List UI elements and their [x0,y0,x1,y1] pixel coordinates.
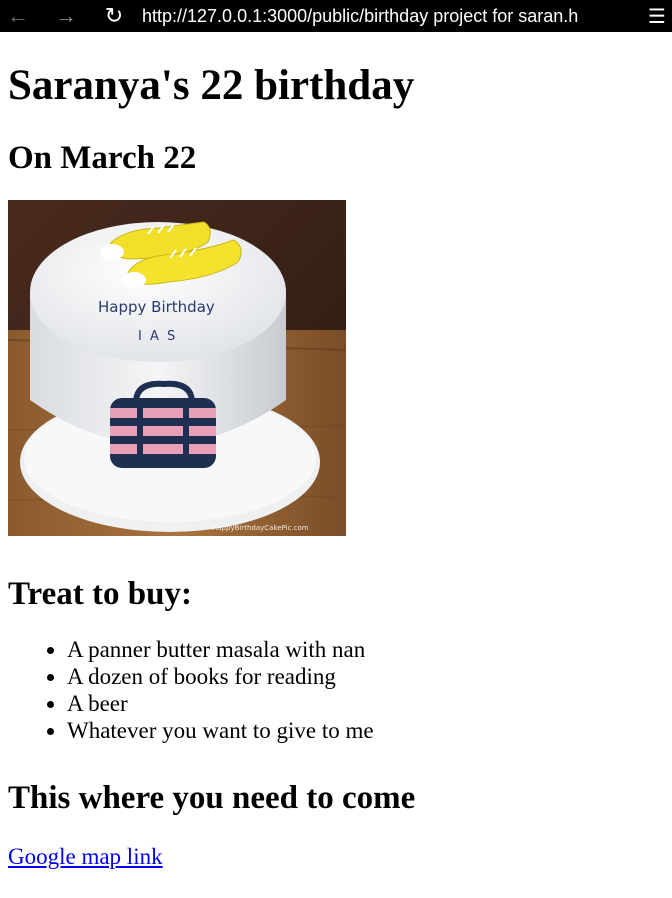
page-title: Saranya's 22 birthday [8,62,415,109]
list-item: A panner butter masala with nan [67,636,664,663]
list-item: A dozen of books for reading [67,663,664,690]
menu-icon[interactable]: ☰ [642,0,672,32]
cake-text-line1: Happy Birthday [98,298,215,316]
cake-watermark: HappyBirthdayCakePic.com [212,524,309,532]
reload-icon[interactable]: ↻ [96,0,132,32]
location-heading: This where you need to come [8,780,416,816]
cake-image: Happy Birthday I A S HappyBirthdayCakePi… [8,200,348,536]
list-item: A beer [67,690,664,717]
cake-text-line2: I A S [138,329,177,344]
treat-heading: Treat to buy: [8,576,192,612]
address-bar[interactable]: http://127.0.0.1:3000/public/birthday pr… [142,6,642,27]
treat-list: A panner butter masala with nan A dozen … [8,636,664,744]
cake-picture: Happy Birthday I A S HappyBirthdayCakePi… [8,200,346,536]
birthday-date-heading: On March 22 [8,140,197,176]
back-arrow-icon[interactable]: ← [0,0,36,32]
list-item: Whatever you want to give to me [67,717,664,744]
browser-toolbar: ← → ↻ http://127.0.0.1:3000/public/birth… [0,0,672,32]
page-content: Saranya's 22 birthday On March 22 Happy … [8,32,664,870]
forward-arrow-icon[interactable]: → [48,0,84,32]
google-map-link[interactable]: Google map link [8,844,163,870]
